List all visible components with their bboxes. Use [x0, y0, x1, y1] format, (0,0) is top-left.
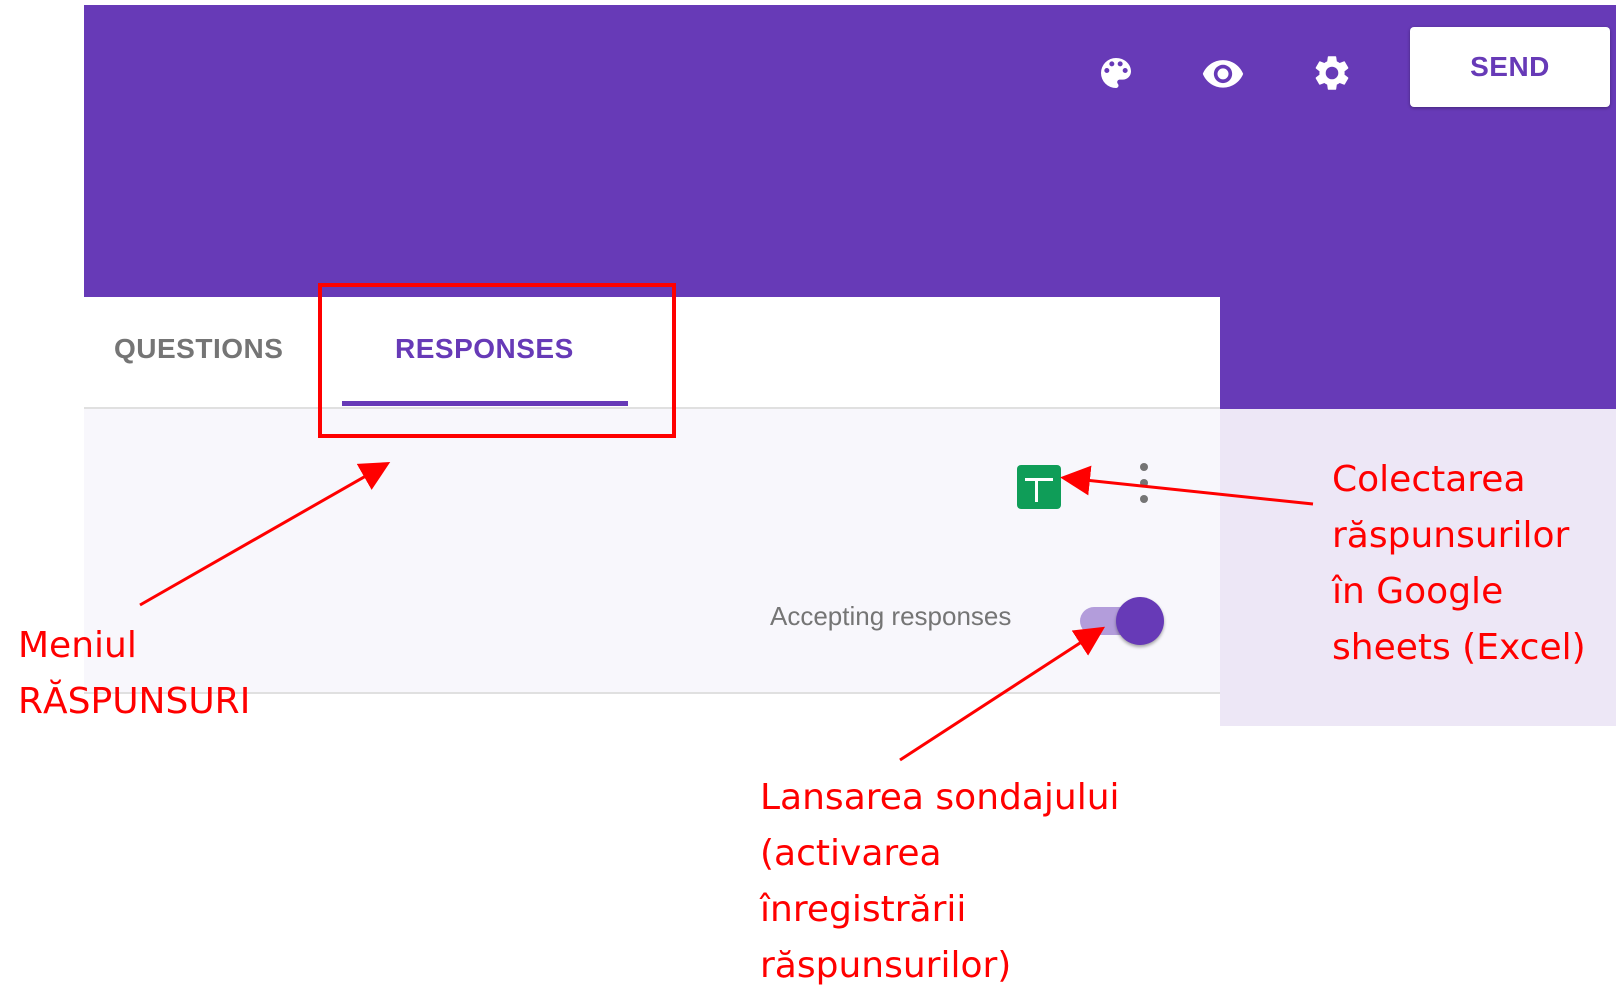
annotation-sheets: Colectarea răspunsurilor în Google sheet… [1332, 452, 1586, 676]
annotation-sheets-line: Colectarea [1332, 459, 1526, 500]
annotation-launch: Lansarea sondajului (activarea înregistr… [760, 770, 1120, 994]
annotation-sheets-line: în Google [1332, 571, 1504, 612]
launch-arrow [899, 626, 1106, 762]
annotation-launch-line: (activarea [760, 833, 942, 874]
annotation-menu: Meniul RĂSPUNSURI [18, 618, 250, 730]
annotation-menu-line: Meniul [18, 625, 137, 666]
sheets-arrow [1060, 465, 1314, 506]
annotation-launch-line: răspunsurilor) [760, 945, 1012, 986]
annotation-menu-line: RĂSPUNSURI [18, 681, 251, 722]
annotation-launch-line: Lansarea sondajului [760, 777, 1120, 818]
annotation-sheets-line: sheets (Excel) [1332, 627, 1586, 668]
annotation-sheets-line: răspunsurilor [1332, 515, 1570, 556]
annotation-launch-line: înregistrării [760, 889, 967, 930]
menu-arrow [139, 462, 391, 607]
